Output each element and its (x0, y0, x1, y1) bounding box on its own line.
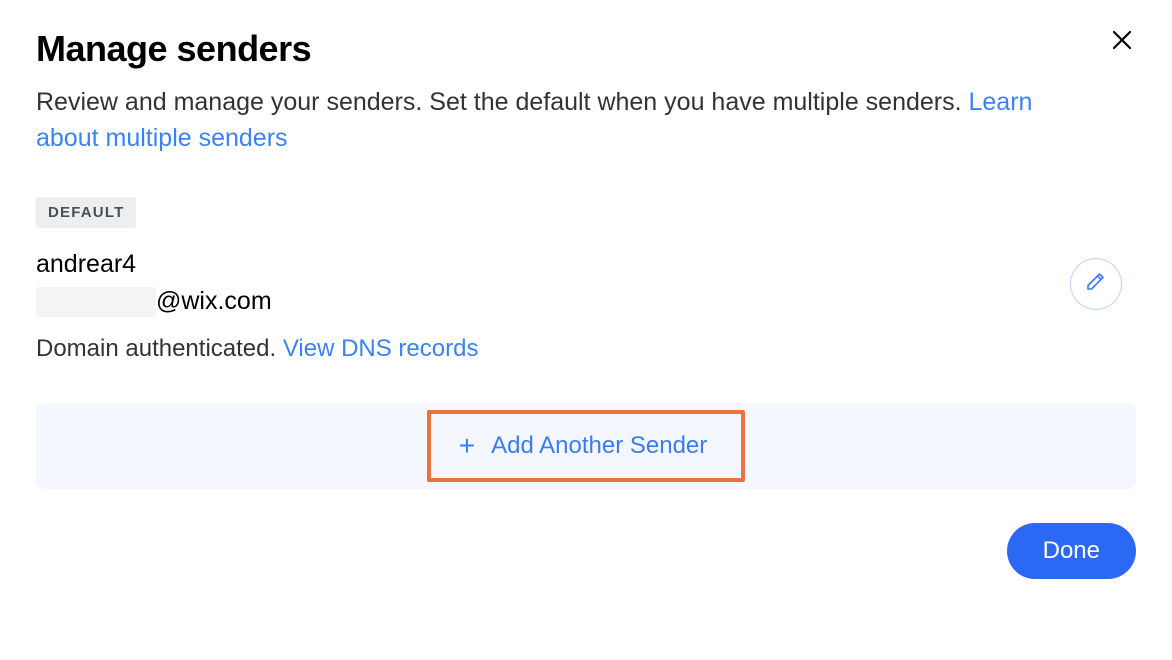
close-button[interactable] (1108, 28, 1136, 56)
add-sender-bar: + Add Another Sender (36, 403, 1136, 489)
close-icon (1110, 28, 1134, 57)
sender-email-domain: @wix.com (156, 287, 272, 316)
default-badge: DEFAULT (36, 197, 136, 228)
add-sender-label: Add Another Sender (491, 432, 707, 460)
view-dns-link[interactable]: View DNS records (283, 335, 479, 362)
done-button[interactable]: Done (1007, 523, 1136, 579)
plus-icon: + (459, 432, 475, 460)
add-another-sender-button[interactable]: + Add Another Sender (427, 410, 746, 482)
edit-sender-button[interactable] (1070, 258, 1122, 310)
pencil-icon (1084, 269, 1108, 298)
description-text: Review and manage your senders. Set the … (36, 88, 969, 116)
sender-name: andrear4 (36, 250, 1136, 279)
sender-item: andrear4 @wix.com Domain authenticated. … (36, 250, 1136, 363)
dialog-footer: Done (36, 523, 1136, 579)
dialog-title: Manage senders (36, 28, 1136, 70)
sender-email: @wix.com (36, 287, 1136, 317)
status-text: Domain authenticated. (36, 335, 283, 362)
sender-status: Domain authenticated. View DNS records (36, 335, 1136, 363)
dialog-description: Review and manage your senders. Set the … (36, 84, 1036, 157)
redacted-email-local (36, 287, 156, 317)
